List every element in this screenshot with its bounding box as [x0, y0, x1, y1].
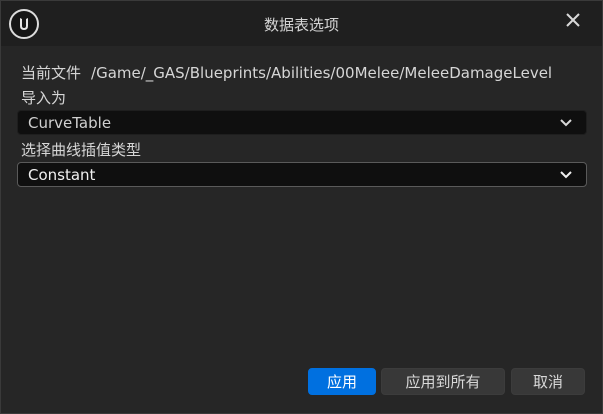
- current-file-path: /Game/_GAS/Blueprints/Abilities/00Melee/…: [91, 64, 553, 82]
- import-as-label: 导入为: [21, 89, 67, 107]
- interpolation-value: Constant: [28, 165, 96, 184]
- dialog-title: 数据表选项: [263, 16, 339, 34]
- current-file-row: 当前文件/Game/_GAS/Blueprints/Abilities/00Me…: [21, 62, 552, 83]
- import-as-dropdown[interactable]: CurveTable: [17, 110, 587, 135]
- title-bar: 数据表选项: [1, 1, 602, 46]
- apply-all-button[interactable]: 应用到所有: [381, 368, 505, 395]
- dialog-content: 当前文件/Game/_GAS/Blueprints/Abilities/00Me…: [1, 46, 602, 413]
- cancel-button[interactable]: 取消: [511, 368, 585, 395]
- close-icon[interactable]: [564, 11, 584, 31]
- current-file-label: 当前文件: [21, 64, 82, 82]
- chevron-down-icon: [560, 171, 572, 179]
- interpolation-dropdown[interactable]: Constant: [17, 162, 587, 187]
- dialog-window: 数据表选项 当前文件/Game/_GAS/Blueprints/Abilitie…: [0, 0, 603, 414]
- import-as-value: CurveTable: [28, 113, 112, 132]
- apply-button[interactable]: 应用: [308, 368, 376, 395]
- chevron-down-icon: [560, 119, 572, 127]
- interpolation-label: 选择曲线插值类型: [21, 141, 142, 159]
